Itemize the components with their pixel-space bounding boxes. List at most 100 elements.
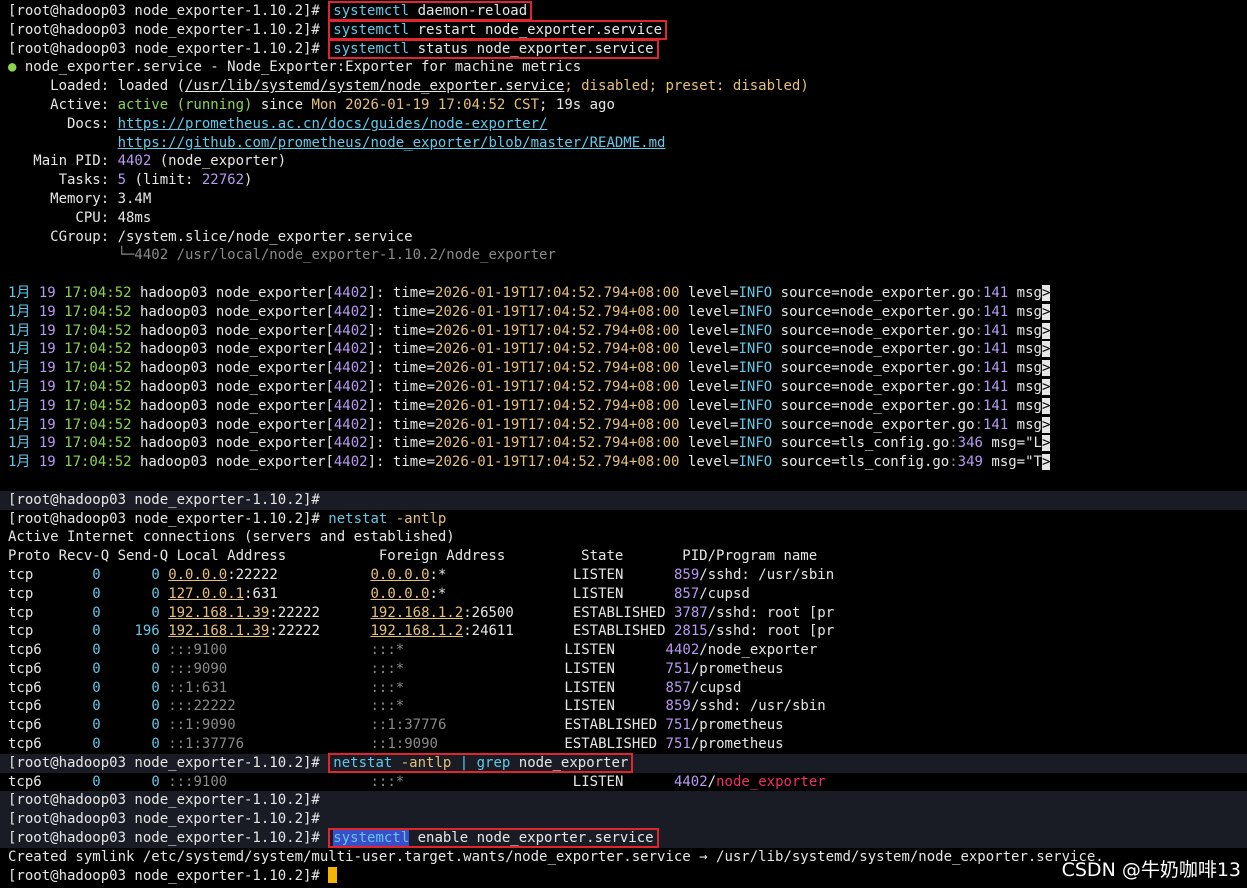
- log-source-file: node_exporter.go: [839, 284, 975, 301]
- log-colon: :: [974, 341, 983, 358]
- proto: tcp6: [8, 642, 93, 659]
- log-pid: 4402: [333, 303, 368, 320]
- netstat-table: tcp 0 0 0.0.0.0:22222 0.0.0.0:* LISTEN 8…: [8, 566, 1247, 754]
- command-restart: systemctl restart node_exporter.service: [328, 19, 668, 40]
- program-name: /prometheus: [690, 660, 784, 677]
- status-cgroup-child: └─4402 /usr/local/node_exporter-1.10.2/n…: [117, 247, 556, 264]
- recv-q: 0: [92, 698, 101, 715]
- log-pid: 4402: [333, 435, 368, 452]
- cursor-icon[interactable]: [328, 866, 338, 883]
- recv-q: 0: [92, 623, 101, 640]
- log-date: 1月: [8, 435, 39, 452]
- log-host: hadoop03 node_exporter[: [131, 322, 334, 339]
- local-ip: 192.168.1.39: [168, 604, 270, 621]
- shell-prompt: [root@hadoop03 node_exporter-1.10.2]#: [8, 754, 329, 771]
- foreign-port: :26500: [463, 604, 514, 621]
- log-sep: ]:: [367, 322, 393, 339]
- log-key: source=: [772, 284, 840, 301]
- terminal-window[interactable]: [root@hadoop03 node_exporter-1.10.2]# sy…: [0, 0, 1247, 888]
- log-time: 17:04:52: [55, 341, 132, 358]
- log-colon: :: [974, 284, 983, 301]
- log-key: level=: [679, 341, 739, 358]
- docs-link-prometheus[interactable]: https://prometheus.ac.cn/docs/guides/nod…: [118, 116, 548, 132]
- log-colon: :: [974, 360, 983, 377]
- state: LISTEN: [572, 566, 674, 583]
- log-key: source=: [772, 360, 840, 377]
- log-timestamp: 2026-01-19T17:04:52.794+08:00: [435, 435, 680, 452]
- log-host: hadoop03 node_exporter[: [131, 397, 334, 414]
- log-source-line: 141: [982, 341, 1009, 358]
- status-loaded-line: Loaded: loaded (/usr/lib/systemd/system/…: [8, 78, 809, 95]
- log-key: source=: [772, 397, 840, 414]
- log-day: 19: [38, 435, 56, 452]
- log-host: hadoop03 node_exporter[: [131, 284, 334, 301]
- log-colon: :: [974, 322, 983, 339]
- log-date: 1月: [8, 284, 39, 301]
- unit-file-path: /usr/lib/systemd/system/node_exporter.se…: [185, 78, 565, 95]
- log-time: 17:04:52: [55, 378, 132, 395]
- truncation-marker: >: [1041, 341, 1051, 358]
- foreign-ip: :::: [370, 642, 396, 659]
- program-name: /sshd: /usr/sbin: [699, 566, 835, 583]
- proto: tcp6: [8, 698, 93, 715]
- log-sep: ]:: [367, 360, 393, 377]
- shell-prompt: [root@hadoop03 node_exporter-1.10.2]#: [8, 491, 329, 508]
- log-source-file: node_exporter.go: [839, 341, 975, 358]
- log-key: source=: [772, 416, 840, 433]
- log-colon: :: [949, 454, 958, 471]
- proto: tcp6: [8, 717, 93, 734]
- log-key: time=: [392, 303, 436, 320]
- proto: tcp: [8, 585, 93, 602]
- log-sep: ]:: [367, 341, 393, 358]
- prompt-line: [root@hadoop03 node_exporter-1.10.2]#: [0, 810, 1247, 830]
- truncation-marker: >: [1041, 397, 1051, 414]
- local-port: :37776: [193, 736, 245, 753]
- send-q: 0: [151, 585, 160, 602]
- foreign-port: :*: [429, 585, 447, 602]
- log-key: time=: [392, 284, 436, 301]
- state: LISTEN: [564, 698, 666, 715]
- send-q: 0: [151, 566, 160, 583]
- foreign-port: :37776: [395, 717, 447, 734]
- log-level: INFO: [738, 397, 773, 414]
- log-key: level=: [679, 397, 739, 414]
- local-port: :631: [244, 585, 278, 602]
- netstat-row: tcp 0 196 192.168.1.39:22222 192.168.1.2…: [8, 622, 1247, 641]
- shell-prompt: [root@hadoop03 node_exporter-1.10.2]#: [8, 510, 329, 527]
- local-port: 9090: [193, 660, 228, 677]
- log-timestamp: 2026-01-19T17:04:52.794+08:00: [435, 341, 680, 358]
- shell-prompt: [root@hadoop03 node_exporter-1.10.2]#: [8, 792, 329, 809]
- log-source-file: node_exporter.go: [839, 397, 975, 414]
- log-key: level=: [679, 360, 739, 377]
- foreign-ip: ::1: [370, 717, 396, 734]
- log-date: 1月: [8, 397, 39, 414]
- log-day: 19: [38, 303, 56, 320]
- docs-link-github[interactable]: https://github.com/prometheus/node_expor…: [118, 135, 666, 151]
- log-date: 1月: [8, 303, 39, 320]
- log-level: INFO: [738, 454, 773, 471]
- log-source-line: 141: [982, 322, 1009, 339]
- pid: 751: [665, 717, 691, 734]
- log-source-file: node_exporter.go: [839, 416, 975, 433]
- log-source-line: 141: [982, 416, 1009, 433]
- status-docs-line: Docs: https://prometheus.ac.cn/docs/guid…: [8, 115, 548, 132]
- log-time: 17:04:52: [55, 322, 132, 339]
- log-level: INFO: [738, 341, 773, 358]
- netstat-row: tcp 0 0 192.168.1.39:22222 192.168.1.2:2…: [8, 604, 1247, 623]
- recv-q: 0: [92, 566, 101, 583]
- status-tasks-line: Tasks: 5 (limit: 22762): [8, 172, 253, 189]
- log-pid: 4402: [333, 416, 368, 433]
- local-ip: :::: [168, 642, 194, 659]
- netstat-row: tcp 0 0 127.0.0.1:631 0.0.0.0:* LISTEN 8…: [8, 585, 1247, 604]
- log-key: source=: [772, 341, 840, 358]
- command-enable: systemctl enable node_exporter.service: [328, 828, 659, 849]
